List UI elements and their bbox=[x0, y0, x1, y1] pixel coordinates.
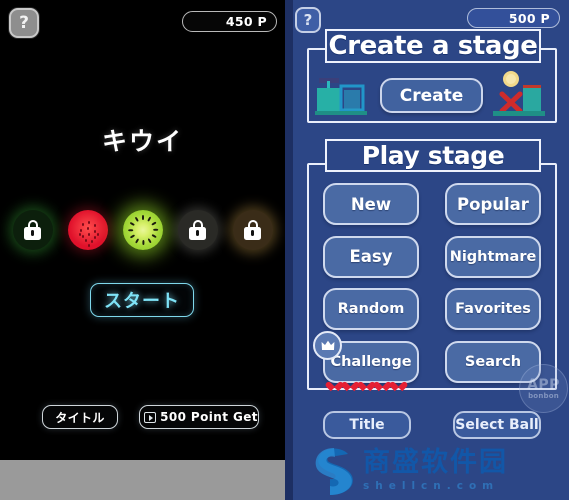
crown-icon bbox=[313, 330, 342, 360]
stage-button-row: New Popular bbox=[323, 183, 541, 225]
help-icon[interactable]: ? bbox=[295, 7, 321, 33]
point-get-label: 500 Point Get bbox=[160, 410, 258, 424]
s-swirl-logo bbox=[315, 447, 353, 495]
create-stage-header: Create a stage bbox=[325, 29, 541, 63]
fruit-slot-locked-brown[interactable] bbox=[232, 210, 273, 250]
stage-button-favorites[interactable]: Favorites bbox=[445, 288, 541, 330]
create-button[interactable]: Create bbox=[380, 78, 483, 113]
stage-button-challenge[interactable]: Challenge bbox=[313, 330, 419, 383]
points-badge: 500 P bbox=[467, 8, 560, 28]
watermark-en: shellcn.com bbox=[363, 479, 500, 492]
app-badge-line2: bonbon bbox=[528, 391, 559, 400]
stage-button-popular[interactable]: Popular bbox=[445, 183, 541, 225]
app-root: ? 450 P キウイ スタート タイトル 500 Point Get ? 50… bbox=[0, 0, 569, 500]
heart-icon bbox=[377, 378, 388, 389]
stage-button-easy[interactable]: Easy bbox=[323, 235, 419, 278]
heart-icon bbox=[345, 378, 356, 389]
title-button[interactable]: Title bbox=[323, 411, 411, 439]
start-button[interactable]: スタート bbox=[90, 283, 194, 317]
fruit-name-label: キウイ bbox=[101, 127, 183, 156]
stage-button-row: Easy Nightmare bbox=[323, 235, 541, 278]
bottom-button-row: Title Select Ball bbox=[323, 411, 541, 439]
video-ad-icon bbox=[144, 411, 157, 423]
fruit-selector-row bbox=[0, 206, 285, 258]
fruit-slot-kiwi[interactable] bbox=[122, 210, 163, 250]
kiwi-seeds-icon bbox=[123, 210, 163, 250]
heart-icon bbox=[329, 378, 340, 389]
challenge-life-hearts bbox=[329, 378, 449, 389]
stage-button-challenge-label: Challenge bbox=[330, 353, 412, 370]
heart-icon bbox=[393, 378, 404, 389]
app-watermark-badge: APP bonbon bbox=[519, 364, 568, 413]
watermark-text: 商盛软件园 shellcn.com bbox=[363, 447, 508, 492]
lock-icon bbox=[189, 220, 206, 240]
watermark-cn: 商盛软件园 bbox=[363, 447, 508, 479]
fruit-slot-watermelon[interactable] bbox=[67, 210, 108, 250]
stage-button-row: Challenge Search bbox=[313, 330, 541, 383]
fruit-slot-locked-grey[interactable] bbox=[177, 210, 218, 250]
app-badge-line1: APP bbox=[527, 376, 560, 393]
stage-button-new[interactable]: New bbox=[323, 183, 419, 225]
fruit-slot-locked-green[interactable] bbox=[12, 210, 53, 250]
title-button[interactable]: タイトル bbox=[42, 405, 118, 429]
heart-icon bbox=[361, 378, 372, 389]
right-panel-menu-screen: ? 500 P Create a stage Create Play stage… bbox=[285, 0, 569, 500]
select-ball-button[interactable]: Select Ball bbox=[453, 411, 541, 439]
watermelon-seeds-icon bbox=[68, 210, 108, 250]
point-get-button[interactable]: 500 Point Get bbox=[139, 405, 259, 429]
points-badge: 450 P bbox=[182, 11, 277, 32]
lock-icon bbox=[244, 220, 261, 240]
site-watermark: 商盛软件园 shellcn.com bbox=[312, 441, 569, 500]
play-stage-header: Play stage bbox=[325, 139, 541, 172]
stage-button-row: Random Favorites bbox=[323, 288, 541, 330]
left-panel-game-screen: ? 450 P キウイ スタート タイトル 500 Point Get bbox=[0, 0, 285, 500]
help-icon[interactable]: ? bbox=[9, 8, 39, 38]
stage-blocks-icon bbox=[315, 76, 367, 116]
stage-button-nightmare[interactable]: Nightmare bbox=[445, 235, 541, 278]
play-stage-button-grid: New Popular Easy Nightmare Random Favori… bbox=[313, 183, 541, 393]
stage-button-random[interactable]: Random bbox=[323, 288, 419, 330]
title-button-label: タイトル bbox=[55, 410, 105, 425]
target-and-ball-icon bbox=[493, 71, 545, 117]
bottom-gray-bar bbox=[0, 460, 285, 500]
lock-icon bbox=[24, 220, 41, 240]
